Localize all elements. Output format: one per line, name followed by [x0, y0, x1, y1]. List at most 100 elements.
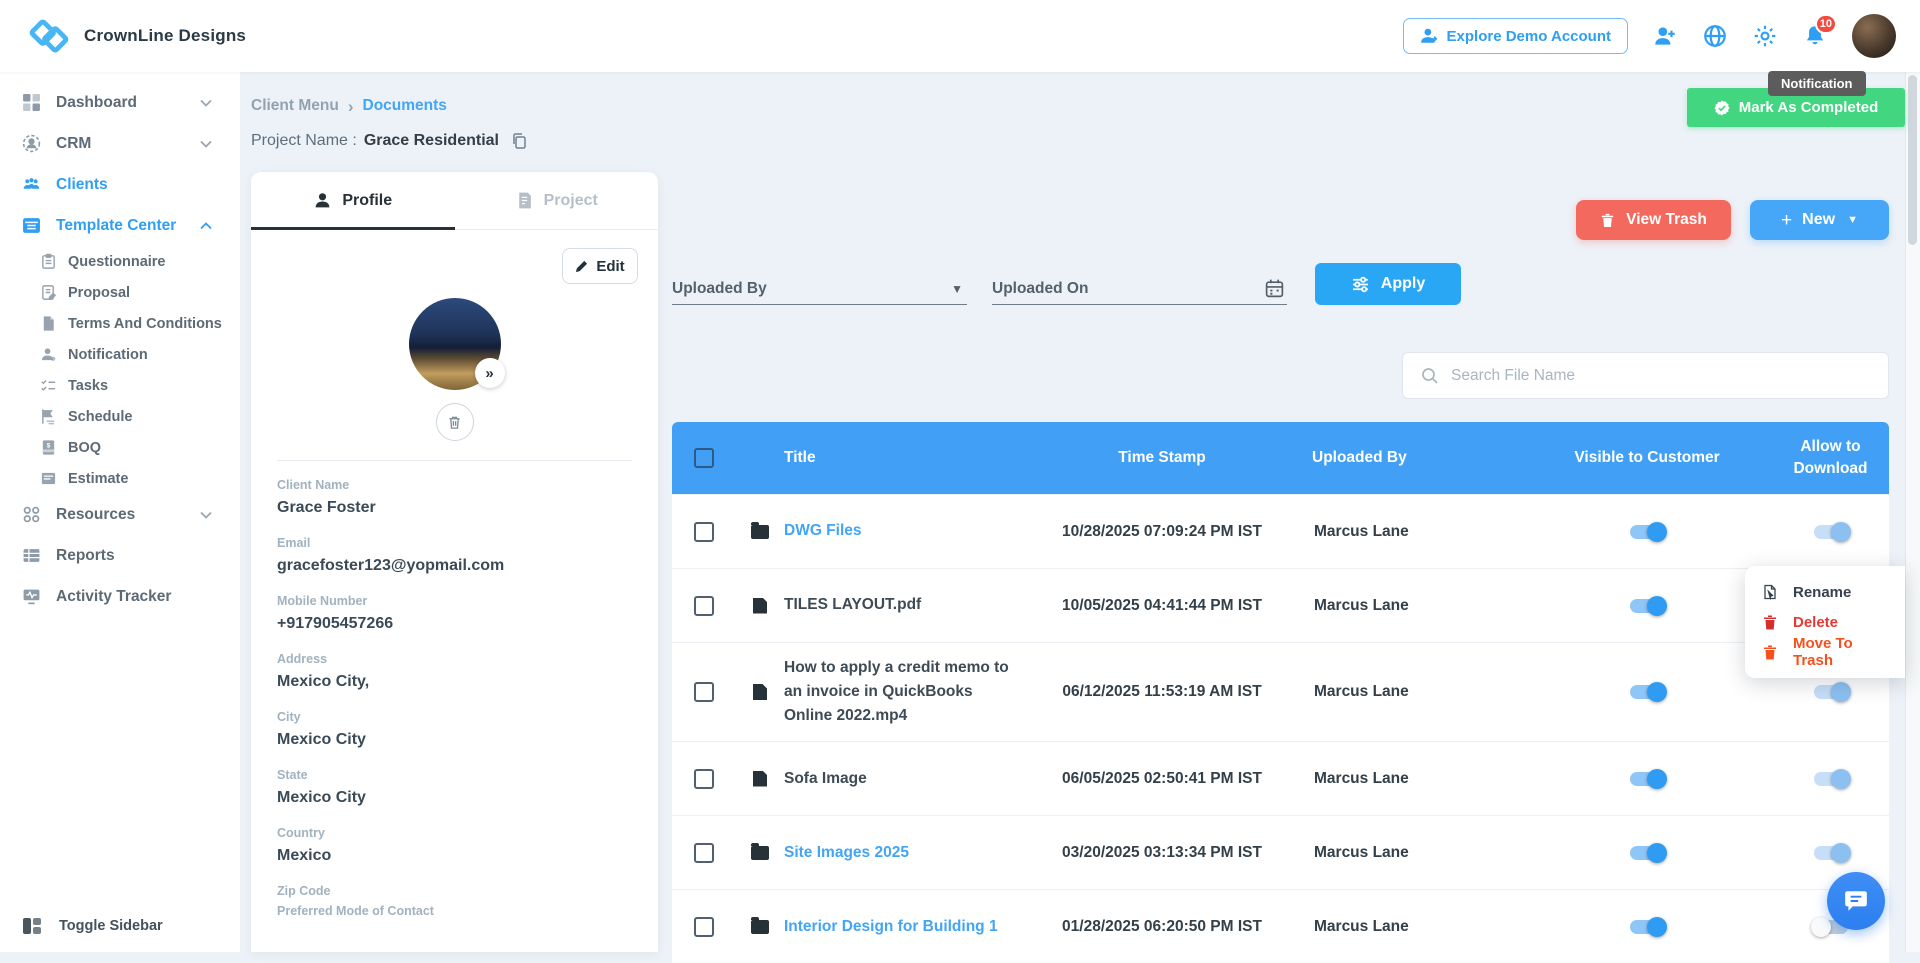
field-label: Country	[277, 826, 632, 840]
tab-profile[interactable]: Profile	[251, 172, 455, 229]
tab-project[interactable]: Project	[455, 172, 659, 229]
visible-to-customer-toggle[interactable]	[1630, 525, 1664, 539]
uploaded-by-filter[interactable]: Uploaded By ▼	[672, 273, 967, 305]
file-title-link[interactable]: TILES LAYOUT.pdf	[784, 596, 921, 613]
context-menu-rename[interactable]: Rename	[1745, 577, 1905, 607]
column-visible: Visible to Customer	[1522, 449, 1772, 467]
timestamp: 10/28/2025 07:09:24 PM IST	[1012, 523, 1312, 541]
table-row: DWG Files 10/28/2025 07:09:24 PM IST Mar…	[672, 494, 1889, 568]
breadcrumb-parent[interactable]: Client Menu	[251, 97, 339, 115]
sidebar-item-activity-tracker[interactable]: Activity Tracker	[0, 576, 240, 617]
edit-profile-button[interactable]: Edit	[562, 248, 638, 284]
visible-to-customer-toggle[interactable]	[1630, 772, 1664, 786]
sidebar-item-schedule[interactable]: Schedule	[0, 401, 240, 432]
sidebar-item-dashboard[interactable]: Dashboard	[0, 82, 240, 123]
new-button[interactable]: + New ▼	[1750, 200, 1889, 240]
main-content: Client Menu › Documents Project Name : G…	[241, 72, 1920, 952]
terms-document-icon	[40, 315, 57, 332]
project-doc-icon	[515, 191, 534, 210]
language-globe-icon[interactable]	[1702, 23, 1728, 49]
proposal-icon	[40, 284, 57, 301]
sidebar-item-resources[interactable]: Resources	[0, 494, 240, 535]
row-checkbox[interactable]	[694, 843, 714, 863]
visible-to-customer-toggle[interactable]	[1630, 685, 1664, 699]
expand-photo-button[interactable]: »	[475, 358, 505, 388]
sidebar-item-boq[interactable]: $ BOQ	[0, 432, 240, 463]
copy-icon[interactable]	[510, 132, 528, 150]
table-header: Title Time Stamp Uploaded By Visible to …	[672, 422, 1889, 494]
field-label: Email	[277, 536, 632, 550]
search-icon	[1421, 367, 1439, 385]
row-checkbox[interactable]	[694, 522, 714, 542]
crm-icon	[22, 134, 41, 153]
select-all-checkbox[interactable]	[694, 448, 714, 468]
reports-icon	[22, 546, 41, 565]
completed-seal-icon	[1714, 100, 1730, 116]
sidebar-item-questionnaire[interactable]: Questionnaire	[0, 246, 240, 277]
file-title-link[interactable]: Interior Design for Building 1	[784, 918, 998, 935]
field-value: gracefoster123@yopmail.com	[277, 556, 632, 576]
sidebar-item-estimate[interactable]: Estimate	[0, 463, 240, 494]
rename-icon	[1762, 584, 1778, 600]
notification-bell-icon[interactable]: 10	[1802, 23, 1828, 49]
scrollbar-thumb[interactable]	[1908, 75, 1917, 245]
allow-to-download-toggle[interactable]	[1814, 525, 1848, 539]
remove-photo-button[interactable]	[436, 403, 474, 441]
sidebar-item-tasks[interactable]: Tasks	[0, 370, 240, 401]
chat-widget-button[interactable]	[1827, 872, 1885, 930]
column-allow-download: Allow to Download	[1772, 436, 1889, 481]
estimate-icon	[40, 470, 57, 487]
row-checkbox[interactable]	[694, 682, 714, 702]
breadcrumb-current[interactable]: Documents	[363, 97, 447, 115]
view-trash-button[interactable]: View Trash	[1576, 200, 1731, 240]
toggle-sidebar-button[interactable]: Toggle Sidebar	[22, 916, 163, 936]
allow-to-download-toggle[interactable]	[1814, 772, 1848, 786]
page-scrollbar[interactable]	[1905, 72, 1920, 952]
context-menu-move-to-trash[interactable]: Move To Trash	[1745, 637, 1905, 667]
chevron-up-icon	[200, 222, 212, 230]
sidebar-item-crm[interactable]: CRM	[0, 123, 240, 164]
file-title-link[interactable]: DWG Files	[784, 522, 862, 539]
apply-filters-button[interactable]: Apply	[1315, 263, 1461, 305]
add-user-icon[interactable]	[1652, 23, 1678, 49]
uploaded-by: Marcus Lane	[1312, 523, 1522, 541]
demo-user-icon	[1420, 27, 1438, 45]
allow-to-download-toggle[interactable]	[1814, 685, 1848, 699]
sidebar-item-terms-and-conditions[interactable]: Terms And Conditions	[0, 308, 240, 339]
sidebar-item-clients[interactable]: Clients	[0, 164, 240, 205]
sidebar-item-reports[interactable]: Reports	[0, 535, 240, 576]
visible-to-customer-toggle[interactable]	[1630, 920, 1664, 934]
explore-demo-account-button[interactable]: Explore Demo Account	[1403, 18, 1628, 54]
visible-to-customer-toggle[interactable]	[1630, 599, 1664, 613]
table-row: Site Images 2025 03/20/2025 03:13:34 PM …	[672, 815, 1889, 889]
timestamp: 06/12/2025 11:53:19 AM IST	[1012, 683, 1312, 701]
timestamp: 06/05/2025 02:50:41 PM IST	[1012, 770, 1312, 788]
search-input[interactable]	[1451, 367, 1888, 385]
sidebar-item-notification[interactable]: Notification	[0, 339, 240, 370]
schedule-icon	[40, 408, 57, 425]
row-checkbox[interactable]	[694, 596, 714, 616]
file-title-link[interactable]: How to apply a credit memo to an invoice…	[784, 659, 1009, 724]
profile-fields: Client Name Grace Foster Email gracefost…	[251, 461, 658, 918]
user-avatar[interactable]	[1852, 14, 1896, 58]
file-title-link[interactable]: Sofa Image	[784, 770, 867, 787]
row-checkbox[interactable]	[694, 769, 714, 789]
field-label: Mobile Number	[277, 594, 632, 608]
row-checkbox[interactable]	[694, 917, 714, 937]
uploaded-on-filter[interactable]: Uploaded On	[992, 273, 1287, 305]
visible-to-customer-toggle[interactable]	[1630, 846, 1664, 860]
trash-icon	[1600, 212, 1615, 228]
file-title-link[interactable]: Site Images 2025	[784, 844, 909, 861]
context-menu-delete[interactable]: Delete	[1745, 607, 1905, 637]
resources-icon	[22, 505, 41, 524]
timestamp: 10/05/2025 04:41:44 PM IST	[1012, 597, 1312, 615]
sidebar-item-template-center[interactable]: Template Center	[0, 205, 240, 246]
settings-gear-icon[interactable]	[1752, 23, 1778, 49]
field-label: Preferred Mode of Contact	[277, 904, 632, 918]
file-type-icon	[751, 846, 769, 860]
field-label: Client Name	[277, 478, 632, 492]
allow-to-download-toggle[interactable]	[1814, 846, 1848, 860]
table-row: Sofa Image 06/05/2025 02:50:41 PM IST Ma…	[672, 741, 1889, 815]
field-label: Address	[277, 652, 632, 666]
sidebar-item-proposal[interactable]: Proposal	[0, 277, 240, 308]
